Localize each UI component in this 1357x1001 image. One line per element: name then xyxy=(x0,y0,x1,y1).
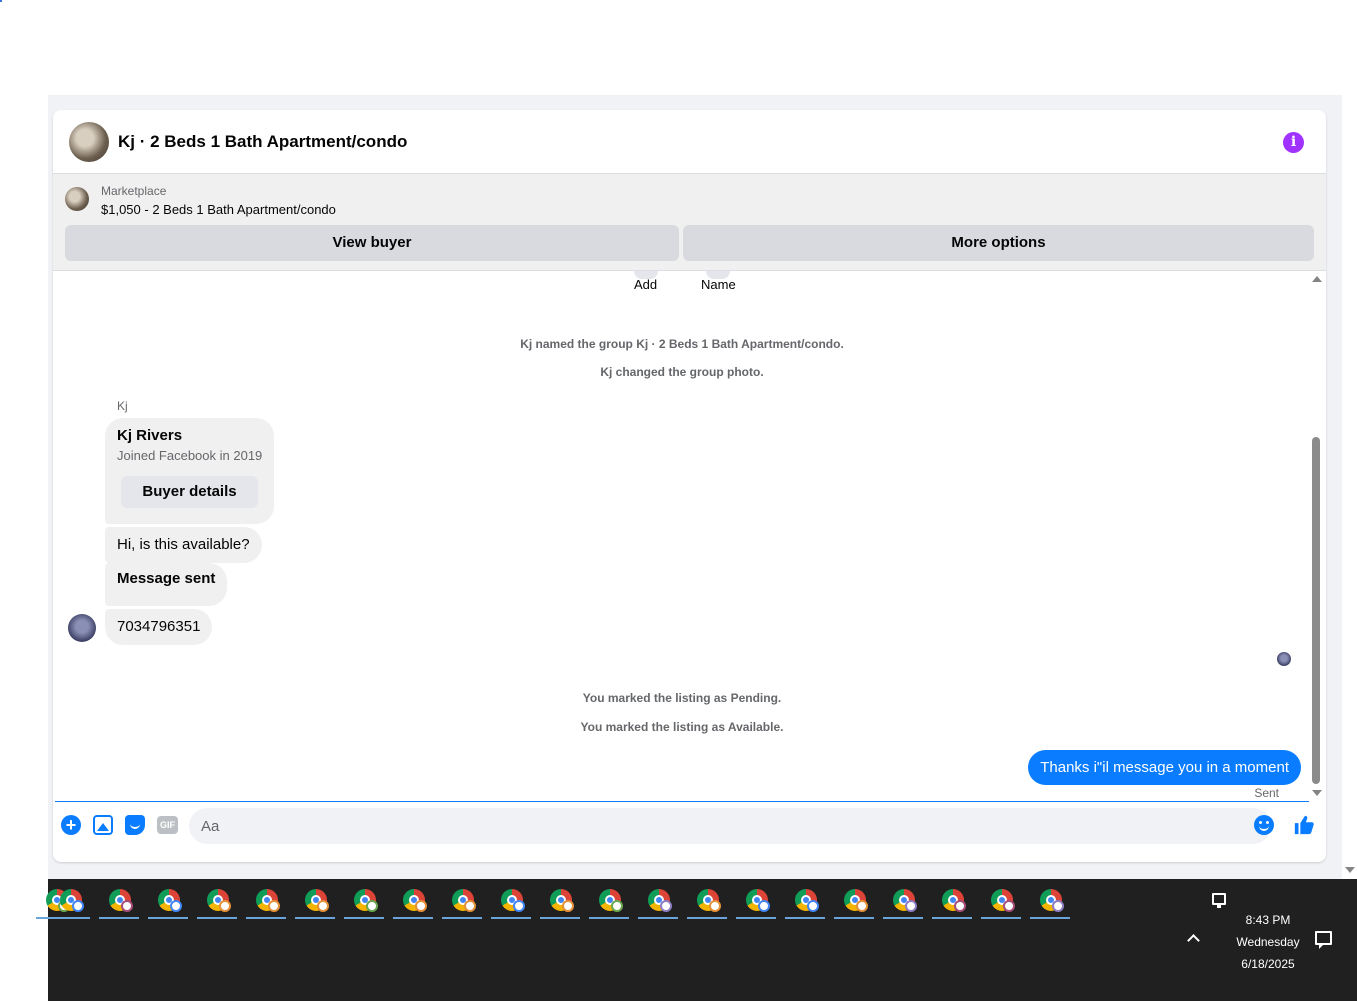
profile-badge-icon xyxy=(121,900,133,912)
buyer-joined-text: Joined Facebook in 2019 xyxy=(117,448,263,463)
network-icon[interactable] xyxy=(1212,893,1226,908)
profile-badge-icon xyxy=(758,900,770,912)
buyer-profile-card: Kj Rivers Joined Facebook in 2019 Buyer … xyxy=(105,418,274,524)
profile-badge-icon xyxy=(807,900,819,912)
conversation-title[interactable]: Kj · 2 Beds 1 Bath Apartment/condo xyxy=(118,132,407,152)
taskbar-chrome-window[interactable] xyxy=(393,887,433,919)
profile-badge-icon xyxy=(954,900,966,912)
profile-badge-icon xyxy=(268,900,280,912)
sender-avatar[interactable] xyxy=(68,614,96,642)
profile-badge-icon xyxy=(709,900,721,912)
profile-badge-icon xyxy=(856,900,868,912)
system-message: Kj changed the group photo. xyxy=(600,365,764,379)
taskbar-chrome-window[interactable] xyxy=(491,887,531,919)
profile-badge-icon xyxy=(905,900,917,912)
plus-icon[interactable]: + xyxy=(61,815,81,835)
message-input[interactable] xyxy=(189,808,1271,844)
sender-name: Kj xyxy=(117,399,128,413)
marketplace-listing-bar: Marketplace $1,050 - 2 Beds 1 Bath Apart… xyxy=(53,174,1326,271)
sent-status: Sent xyxy=(1254,786,1279,800)
page-scroll-down-arrow[interactable] xyxy=(1345,867,1355,873)
taskbar-chrome-window[interactable] xyxy=(736,887,776,919)
taskbar-chrome-window[interactable] xyxy=(1030,887,1070,919)
listing-thumbnail[interactable] xyxy=(65,187,89,211)
message-composer: + GIF xyxy=(53,802,1326,862)
chevron-up-icon[interactable] xyxy=(1187,934,1200,947)
profile-badge-icon xyxy=(415,900,427,912)
taskbar-chrome-window[interactable] xyxy=(932,887,972,919)
incoming-message: Message sent xyxy=(105,563,228,606)
taskbar-chrome-window[interactable] xyxy=(638,887,678,919)
profile-badge-icon xyxy=(1052,900,1064,912)
taskbar-chrome-window[interactable] xyxy=(295,887,335,919)
taskbar-chrome-window[interactable] xyxy=(589,887,629,919)
taskbar-chrome-window[interactable] xyxy=(344,887,384,919)
buyer-details-button[interactable]: Buyer details xyxy=(121,476,258,508)
outgoing-message: Thanks i"il message you in a moment xyxy=(1028,750,1301,785)
listing-label: Marketplace xyxy=(101,184,167,198)
system-message: Kj named the group Kj · 2 Beds 1 Bath Ap… xyxy=(520,337,844,351)
seen-indicator-avatar xyxy=(1277,652,1291,666)
listing-price-title[interactable]: $1,050 - 2 Beds 1 Bath Apartment/condo xyxy=(101,202,336,217)
view-buyer-button[interactable]: View buyer xyxy=(65,225,679,261)
add-action-label[interactable]: Add xyxy=(634,277,657,292)
profile-badge-icon xyxy=(72,900,84,912)
taskbar-chrome-window[interactable] xyxy=(99,887,139,919)
profile-badge-icon xyxy=(611,900,623,912)
scroll-down-arrow[interactable] xyxy=(1312,790,1322,796)
profile-badge-icon xyxy=(464,900,476,912)
clock-day: Wednesday xyxy=(1236,935,1300,949)
corner-dot xyxy=(0,0,2,2)
message-list: Add Name Kj named the group Kj · 2 Beds … xyxy=(53,271,1326,802)
taskbar-chrome-window[interactable] xyxy=(785,887,825,919)
scroll-thumb[interactable] xyxy=(1312,437,1320,784)
group-avatar[interactable] xyxy=(69,122,109,162)
clock-time: 8:43 PM xyxy=(1245,913,1291,927)
clock-date: 6/18/2025 xyxy=(1241,957,1295,971)
taskbar-chrome-window[interactable] xyxy=(883,887,923,919)
taskbar-chrome-window[interactable] xyxy=(197,887,237,919)
taskbar-chrome-window[interactable] xyxy=(148,887,188,919)
profile-badge-icon xyxy=(1003,900,1015,912)
taskbar-chrome-window[interactable] xyxy=(50,887,90,919)
profile-badge-icon xyxy=(317,900,329,912)
thumbs-up-icon[interactable] xyxy=(1293,814,1315,836)
emoji-icon[interactable] xyxy=(1254,815,1274,835)
chat-panel: Kj · 2 Beds 1 Bath Apartment/condo i Mar… xyxy=(53,110,1326,862)
taskbar: 8:43 PM Wednesday 6/18/2025 xyxy=(36,879,1357,1001)
system-message: You marked the listing as Available. xyxy=(580,720,784,734)
taskbar-chrome-window[interactable] xyxy=(246,887,286,919)
profile-badge-icon xyxy=(513,900,525,912)
scroll-up-arrow[interactable] xyxy=(1312,276,1322,282)
name-action-label[interactable]: Name xyxy=(701,277,736,292)
profile-badge-icon xyxy=(562,900,574,912)
more-options-button[interactable]: More options xyxy=(683,225,1314,261)
taskbar-chrome-window[interactable] xyxy=(981,887,1021,919)
chat-header: Kj · 2 Beds 1 Bath Apartment/condo i xyxy=(53,110,1326,174)
taskbar-chrome-window[interactable] xyxy=(687,887,727,919)
profile-badge-icon xyxy=(219,900,231,912)
gif-icon[interactable]: GIF xyxy=(157,816,178,834)
profile-badge-icon xyxy=(170,900,182,912)
incoming-message: Hi, is this available? xyxy=(105,527,262,563)
system-clock[interactable]: 8:43 PM Wednesday 6/18/2025 xyxy=(1228,909,1308,975)
info-icon[interactable]: i xyxy=(1283,132,1304,153)
buyer-name: Kj Rivers xyxy=(117,427,183,444)
notifications-icon[interactable] xyxy=(1315,931,1332,949)
taskbar-chrome-window[interactable] xyxy=(834,887,874,919)
system-message: You marked the listing as Pending. xyxy=(582,691,782,705)
taskbar-chrome-window[interactable] xyxy=(540,887,580,919)
message-scrollbar[interactable] xyxy=(1309,271,1323,802)
photo-icon[interactable] xyxy=(93,815,113,835)
incoming-message: 7034796351 xyxy=(105,609,213,645)
sticker-icon[interactable] xyxy=(125,815,145,835)
taskbar-chrome-window[interactable] xyxy=(442,887,482,919)
profile-badge-icon xyxy=(660,900,672,912)
profile-badge-icon xyxy=(366,900,378,912)
